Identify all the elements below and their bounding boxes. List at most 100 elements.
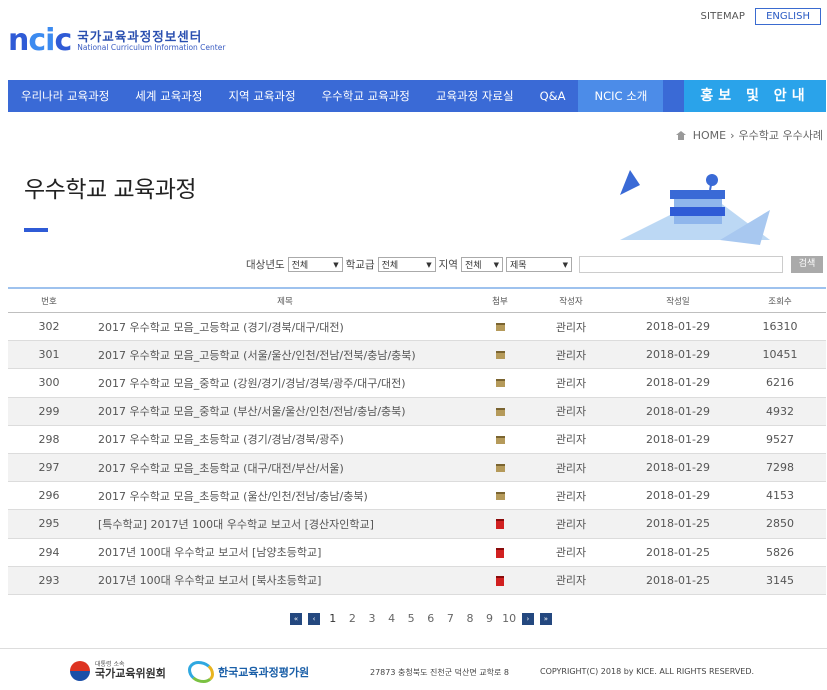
table-row[interactable]: 298 2017 우수학교 모음_초등학교 (경기/경남/경북/광주) 관리자 201…	[8, 426, 826, 454]
logo-text: 국가교육과정정보센터 National Curriculum Informati…	[77, 30, 225, 52]
row-date: 2018-01-29	[646, 404, 710, 418]
row-title-link[interactable]: 2017 우수학교 모음_초등학교 (대구/대전/부산/서울)	[90, 460, 480, 476]
row-file[interactable]	[480, 574, 520, 587]
row-title-link[interactable]: 2017년 100대 우수학교 보고서 [북사초등학교]	[90, 572, 480, 588]
nav-resources[interactable]: 교육과정 자료실	[423, 80, 527, 112]
nav-ncic-intro[interactable]: NCIC 소개	[578, 80, 664, 112]
english-button[interactable]: ENGLISH	[755, 8, 821, 25]
footer: 대통령 소속 국가교육위원회 한국교육과정평가원 27873 충청북도 진천군 …	[0, 648, 827, 690]
row-title-link[interactable]: 2017 우수학교 모음_고등학교 (서울/울산/인천/전남/전북/충남/충북)	[90, 347, 480, 363]
books-illustration-icon	[620, 170, 770, 245]
zip-file-icon[interactable]	[495, 323, 505, 332]
row-no: 302	[38, 320, 60, 334]
ncic-logo[interactable]: ncic 국가교육과정정보센터 National Curriculum Info…	[8, 26, 225, 56]
search-button[interactable]: 검색	[790, 256, 823, 273]
table-row[interactable]: 295 [특수학교] 2017년 100대 우수학교 보고서 [경산자인학교] 관리…	[8, 510, 826, 539]
logo-english: National Curriculum Information Center	[77, 42, 226, 52]
row-views: 4153	[766, 489, 794, 503]
chevron-down-icon: ▼	[493, 260, 499, 269]
kice-logo[interactable]: 한국교육과정평가원	[188, 661, 309, 683]
nec-logo[interactable]: 대통령 소속 국가교육위원회	[70, 661, 166, 681]
row-title-link[interactable]: 2017년 100대 우수학교 보고서 [남양초등학교]	[90, 544, 480, 560]
table-row[interactable]: 293 2017년 100대 우수학교 보고서 [북사초등학교] 관리자 2018-0…	[8, 566, 826, 595]
header-date: 작성일	[666, 296, 690, 307]
page-number[interactable]: 2	[343, 612, 363, 625]
row-date: 2018-01-25	[646, 517, 710, 531]
pdf-file-icon[interactable]	[496, 575, 504, 586]
search-input[interactable]	[578, 256, 783, 273]
field-select[interactable]: 제목 ▼	[505, 257, 572, 272]
zip-file-icon[interactable]	[495, 435, 505, 444]
row-file[interactable]	[480, 376, 520, 389]
zip-file-icon[interactable]	[495, 464, 505, 473]
table-row[interactable]: 296 2017 우수학교 모음_초등학교 (울산/인천/전남/충남/충북) 관리자…	[8, 482, 826, 511]
page-number[interactable]: 9	[480, 612, 500, 625]
nav-korea-curriculum[interactable]: 우리나라 교육과정	[8, 80, 122, 112]
row-file[interactable]	[480, 320, 520, 333]
pdf-file-icon[interactable]	[496, 519, 504, 530]
year-select[interactable]: 전체 ▼	[287, 257, 343, 272]
region-select[interactable]: 전체 ▼	[460, 257, 503, 272]
page-number[interactable]: 8	[460, 612, 480, 625]
row-file[interactable]	[480, 461, 520, 474]
page-number[interactable]: 3	[362, 612, 382, 625]
nav-qna[interactable]: Q&A	[527, 80, 579, 112]
first-page-button[interactable]: «	[290, 612, 302, 625]
nav-promo-banner[interactable]: 홍보 및 안내	[684, 80, 826, 112]
row-title-link[interactable]: 2017 우수학교 모음_초등학교 (울산/인천/전남/충남/충북)	[90, 488, 480, 504]
zip-file-icon[interactable]	[495, 492, 505, 501]
row-date: 2018-01-25	[646, 573, 710, 587]
table-row[interactable]: 300 2017 우수학교 모음_중학교 (강원/경기/경남/경북/광주/대구/대…	[8, 369, 826, 398]
row-no: 300	[38, 376, 60, 390]
page-number[interactable]: 7	[441, 612, 461, 625]
breadcrumb: HOME › 우수학교 우수사례	[675, 127, 823, 143]
row-file[interactable]	[480, 433, 520, 446]
row-title-link[interactable]: 2017 우수학교 모음_고등학교 (경기/경북/대구/대전)	[90, 319, 480, 335]
row-title-link[interactable]: [특수학교] 2017년 100대 우수학교 보고서 [경산자인학교]	[90, 516, 480, 532]
taegeuk-icon	[70, 661, 90, 681]
prev-page-button[interactable]: ‹	[308, 612, 320, 625]
page-number[interactable]: 5	[401, 612, 421, 625]
org2-name: 한국교육과정평가원	[218, 666, 310, 679]
zip-file-icon[interactable]	[495, 407, 505, 416]
page-number[interactable]: 4	[382, 612, 402, 625]
row-file[interactable]	[480, 348, 520, 361]
row-title-link[interactable]: 2017 우수학교 모음_중학교 (강원/경기/경남/경북/광주/대구/대전)	[90, 375, 480, 391]
last-page-button[interactable]: »	[539, 612, 552, 625]
level-select[interactable]: 전체 ▼	[377, 257, 436, 272]
chevron-down-icon: ▼	[333, 260, 339, 269]
row-author: 관리자	[555, 348, 587, 362]
logo-korean: 국가교육과정정보센터	[77, 29, 203, 44]
row-views: 3145	[766, 573, 794, 587]
nav-region-curriculum[interactable]: 지역 교육과정	[215, 80, 308, 112]
table-row[interactable]: 297 2017 우수학교 모음_초등학교 (대구/대전/부산/서울) 관리자 201…	[8, 453, 826, 483]
zip-file-icon[interactable]	[495, 379, 505, 388]
year-label: 대상년도	[246, 259, 285, 271]
kice-mark-icon	[188, 661, 214, 683]
row-file[interactable]	[480, 546, 520, 559]
next-page-button[interactable]: ›	[521, 612, 534, 625]
table-row[interactable]: 294 2017년 100대 우수학교 보고서 [남양초등학교] 관리자 2018-0…	[8, 539, 826, 567]
breadcrumb-home[interactable]: HOME	[693, 129, 726, 142]
table-row[interactable]: 302 2017 우수학교 모음_고등학교 (경기/경북/대구/대전) 관리자 201…	[8, 313, 826, 342]
page-number[interactable]: 1	[323, 612, 343, 625]
row-file[interactable]	[480, 489, 520, 502]
chevron-down-icon: ▼	[562, 260, 568, 269]
nav-world-curriculum[interactable]: 세계 교육과정	[122, 80, 215, 112]
row-file[interactable]	[480, 517, 520, 530]
sitemap-link[interactable]: SITEMAP	[700, 11, 745, 22]
pdf-file-icon[interactable]	[496, 547, 504, 558]
nav-excellent-school[interactable]: 우수학교 교육과정	[309, 80, 423, 112]
table-row[interactable]: 301 2017 우수학교 모음_고등학교 (서울/울산/인천/전남/전북/충남/…	[8, 341, 826, 370]
row-title-link[interactable]: 2017 우수학교 모음_중학교 (부산/서울/울산/인천/전남/충남/충북)	[90, 403, 480, 419]
row-file[interactable]	[480, 405, 520, 418]
table-row[interactable]: 299 2017 우수학교 모음_중학교 (부산/서울/울산/인천/전남/충남/충…	[8, 397, 826, 426]
chevron-down-icon: ▼	[426, 260, 432, 269]
zip-file-icon[interactable]	[495, 351, 505, 360]
org1-name: 국가교육위원회	[95, 667, 166, 681]
row-date: 2018-01-29	[646, 432, 710, 446]
row-views: 4932	[766, 404, 794, 418]
page-number[interactable]: 6	[421, 612, 441, 625]
page-number[interactable]: 10	[499, 612, 519, 625]
row-title-link[interactable]: 2017 우수학교 모음_초등학교 (경기/경남/경북/광주)	[90, 431, 480, 447]
